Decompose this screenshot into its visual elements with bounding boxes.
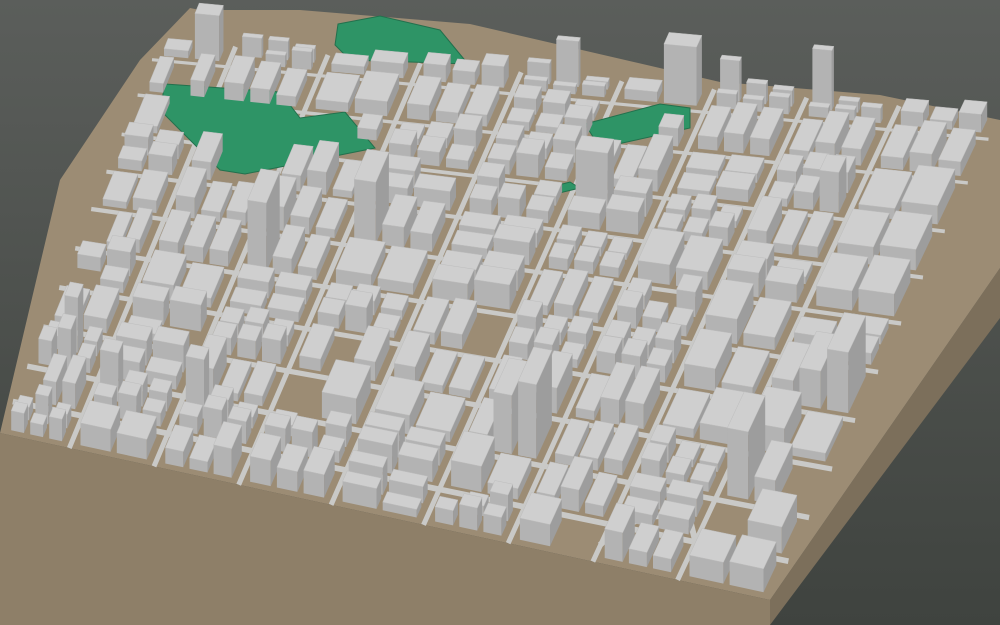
- building-wall: [900, 110, 924, 127]
- building-wall: [698, 135, 718, 151]
- building-wall: [604, 528, 623, 562]
- building: [764, 265, 805, 303]
- building: [48, 406, 67, 442]
- building-roof: [124, 121, 154, 138]
- building: [497, 182, 527, 220]
- building-wall: [556, 39, 579, 87]
- building: [808, 101, 831, 119]
- building-wall: [831, 46, 834, 111]
- building: [515, 137, 546, 178]
- building-wall: [224, 81, 244, 102]
- building: [624, 77, 663, 103]
- building-roof: [163, 38, 193, 52]
- building: [10, 401, 29, 433]
- building-wall: [600, 396, 619, 425]
- building-wall: [49, 416, 62, 442]
- building-roof: [423, 52, 452, 66]
- building-wall: [518, 381, 537, 459]
- building: [458, 493, 483, 531]
- building-wall: [262, 337, 281, 365]
- building: [117, 145, 148, 172]
- building: [241, 32, 264, 58]
- building-roof: [676, 172, 717, 192]
- building: [29, 412, 48, 438]
- building: [555, 35, 581, 87]
- building-wall: [291, 50, 312, 70]
- building-wall: [808, 106, 829, 119]
- building-wall: [739, 56, 742, 102]
- building: [567, 195, 607, 230]
- building-wall: [827, 349, 849, 414]
- building: [958, 99, 988, 133]
- building: [715, 170, 756, 203]
- building: [169, 285, 208, 332]
- building-wall: [493, 391, 512, 455]
- building-roof: [481, 53, 510, 67]
- building-wall: [819, 170, 839, 213]
- building-wall: [724, 132, 744, 154]
- building: [605, 193, 645, 235]
- building-wall: [606, 208, 638, 235]
- building-roof: [117, 145, 148, 162]
- building: [267, 292, 306, 323]
- building-wall: [407, 103, 430, 121]
- building-wall: [303, 470, 325, 498]
- building-wall: [184, 244, 203, 263]
- building-wall: [560, 486, 579, 512]
- building-roof: [724, 154, 765, 174]
- map-viewport[interactable]: [0, 0, 1000, 625]
- building-wall: [516, 152, 539, 178]
- building-wall: [149, 82, 164, 93]
- building: [77, 240, 107, 272]
- building-wall: [250, 87, 270, 104]
- building: [291, 46, 314, 70]
- building-wall: [382, 224, 404, 248]
- building: [432, 263, 475, 304]
- building: [261, 323, 287, 365]
- building-roof: [685, 151, 726, 172]
- building-wall: [242, 36, 262, 58]
- building: [163, 38, 193, 59]
- building-wall: [250, 456, 271, 487]
- building-roof: [452, 58, 481, 73]
- building-wall: [345, 304, 367, 334]
- building: [483, 502, 507, 536]
- building: [452, 58, 481, 85]
- building-wall: [727, 427, 749, 500]
- building: [676, 172, 717, 198]
- building: [331, 52, 370, 75]
- building: [812, 44, 835, 111]
- building-wall: [38, 338, 52, 366]
- building-roof: [715, 170, 756, 191]
- building-wall: [11, 410, 24, 433]
- building: [819, 154, 847, 213]
- building: [663, 32, 703, 106]
- building: [581, 80, 607, 98]
- building: [481, 53, 510, 88]
- building-wall: [190, 79, 205, 98]
- building-wall: [663, 44, 697, 106]
- building-wall: [793, 190, 813, 210]
- building-roof: [194, 2, 224, 17]
- building-wall: [750, 137, 770, 157]
- building: [473, 264, 517, 310]
- building-wall: [578, 37, 581, 87]
- building: [434, 495, 459, 526]
- building-wall: [237, 337, 256, 360]
- building-wall: [213, 444, 232, 478]
- building: [469, 183, 498, 216]
- building-roof: [148, 140, 178, 158]
- building-wall: [452, 70, 475, 85]
- building: [148, 140, 178, 176]
- city-3d-model[interactable]: [0, 0, 1000, 625]
- building-wall: [812, 48, 832, 111]
- building: [194, 2, 224, 62]
- building-wall: [247, 200, 267, 273]
- building: [658, 499, 696, 535]
- building-wall: [799, 367, 821, 409]
- building-wall: [481, 64, 504, 88]
- building-wall: [459, 504, 478, 531]
- building-wall: [354, 179, 376, 244]
